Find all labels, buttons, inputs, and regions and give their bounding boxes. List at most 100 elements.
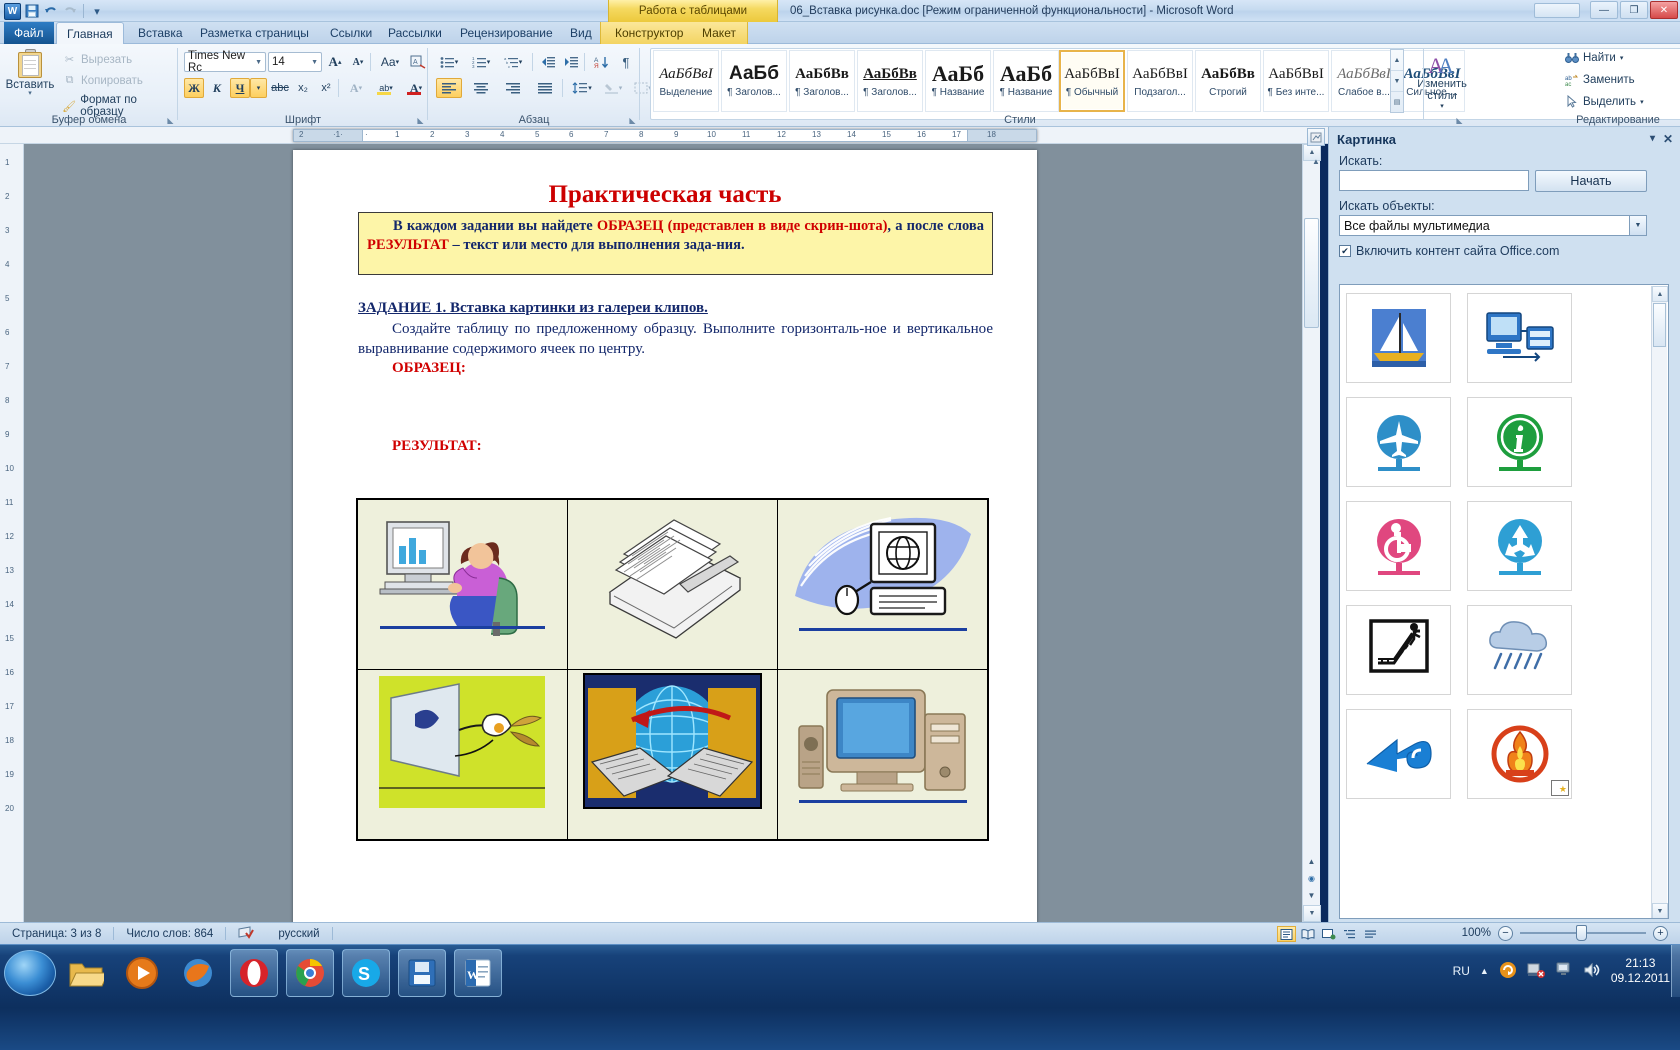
search-input[interactable] [1339, 170, 1529, 191]
status-page[interactable]: Страница: 3 из 8 [0, 928, 113, 940]
tab-table-design[interactable]: Конструктор [605, 22, 693, 44]
undo-icon[interactable] [43, 3, 59, 19]
redo-icon[interactable] [62, 3, 78, 19]
copy-command[interactable]: ⧉ Копировать [62, 73, 143, 88]
change-case-button[interactable]: Aa ▾ [376, 52, 404, 72]
table-cell-projector[interactable] [356, 669, 568, 841]
tray-expand-icon[interactable]: ▲ [1480, 966, 1489, 976]
sort-button[interactable]: AЯ [590, 52, 614, 72]
italic-button[interactable]: К [207, 78, 227, 98]
superscript-button[interactable]: x² [316, 78, 336, 98]
table-cell-globe-keyboards[interactable] [566, 669, 779, 841]
align-right-button[interactable] [500, 78, 526, 98]
chevron-down-icon[interactable]: ▼ [1629, 216, 1646, 235]
tab-home[interactable]: Главная [56, 22, 124, 44]
style-item-normal[interactable]: АаБбВвI ¶ Обычный [1059, 50, 1125, 112]
thumb-airplane-sign[interactable] [1346, 397, 1451, 487]
bullets-button[interactable]: ▾ [436, 52, 462, 72]
start-button[interactable] [4, 950, 56, 996]
paste-dropdown-arrow[interactable]: ▾ [28, 90, 32, 97]
include-office-content-checkbox[interactable]: ✔ Включить контент сайта Office.com [1339, 244, 1559, 258]
vertical-ruler[interactable]: 123 456 789 10 11 12 13 14 15 16 17 18 19 20 [0, 144, 24, 922]
taskbar-media-player[interactable] [118, 949, 166, 997]
status-proofing[interactable] [226, 925, 266, 942]
styles-more-icon[interactable]: ▤ [1391, 92, 1403, 112]
taskbar-firefox[interactable] [174, 949, 222, 997]
checkbox-icon[interactable]: ✔ [1339, 245, 1351, 257]
thumb-rain-cloud[interactable] [1467, 605, 1572, 695]
taskbar-opera[interactable] [230, 949, 278, 997]
tab-references[interactable]: Ссылки [320, 22, 382, 44]
show-formatting-marks-button[interactable]: ¶ [616, 52, 636, 72]
style-item-1[interactable]: АаБб ¶ Заголов... [721, 50, 787, 112]
view-draft-button[interactable] [1361, 926, 1380, 942]
word-logo-icon[interactable]: W [4, 2, 21, 20]
previous-page-button[interactable]: ▲ [1304, 853, 1319, 870]
save-icon[interactable] [24, 3, 40, 19]
numbering-button[interactable]: 1 2 3 ▾ [468, 52, 494, 72]
bold-button[interactable]: Ж [184, 78, 204, 98]
close-button[interactable]: ✕ [1650, 1, 1678, 19]
tab-page-layout[interactable]: Разметка страницы [190, 22, 319, 44]
grow-font-button[interactable]: A ▴ [325, 52, 345, 72]
task-pane-menu-icon[interactable]: ▾ [1650, 133, 1655, 144]
taskbar-skype[interactable]: S [342, 949, 390, 997]
scroll-down-icon[interactable]: ▼ [1303, 905, 1321, 922]
tray-network-icon[interactable] [1527, 962, 1545, 981]
view-web-layout-button[interactable] [1319, 926, 1338, 942]
style-item-5[interactable]: АаБб ¶ Название [993, 50, 1059, 112]
tab-table-layout[interactable]: Макет [692, 22, 746, 44]
find-command[interactable]: Найти ▾ [1564, 50, 1623, 65]
clip-results-list[interactable]: ★ ▲ ▼ [1339, 284, 1669, 919]
paragraph-dialog-launcher[interactable]: ◣ [628, 116, 637, 125]
taskbar-word[interactable]: W [454, 949, 502, 997]
increase-indent-button[interactable] [561, 52, 581, 72]
zoom-slider-handle[interactable] [1576, 925, 1587, 941]
document-page[interactable]: Практическая часть В каждом задании вы н… [293, 150, 1037, 922]
thumb-accessibility-sign[interactable] [1346, 501, 1451, 591]
shading-button[interactable]: ▾ [600, 78, 626, 98]
style-item-2[interactable]: АаБбВв ¶ Заголов... [789, 50, 855, 112]
task-pane-options-icon[interactable] [1307, 128, 1325, 146]
thumb-info-sign[interactable] [1467, 397, 1572, 487]
minimize-button[interactable]: — [1590, 1, 1618, 19]
document-vertical-scrollbar[interactable]: ▲ ▲ ◉ ▼ ▼ [1302, 144, 1321, 922]
cut-command[interactable]: ✂ Вырезать [62, 52, 132, 67]
tab-mailings[interactable]: Рассылки [378, 22, 452, 44]
paste-button[interactable]: Вставить ▾ [6, 48, 54, 110]
align-left-button[interactable] [436, 78, 462, 98]
table-cell-printer[interactable] [566, 498, 779, 670]
table-cell-woman-computer[interactable] [356, 498, 568, 670]
underline-button[interactable]: Ч [230, 78, 250, 98]
taskbar-disk-utility[interactable] [398, 949, 446, 997]
thumb-sailboat[interactable] [1346, 293, 1451, 383]
scroll-thumb[interactable] [1304, 218, 1319, 328]
tray-volume-icon[interactable] [1583, 962, 1601, 981]
document-canvas[interactable]: Практическая часть В каждом задании вы н… [24, 144, 1320, 922]
text-effects-button[interactable]: A ▾ [343, 78, 369, 98]
style-item-0[interactable]: АаБбВвI Выделение [653, 50, 719, 112]
search-go-button[interactable]: Начать [1535, 170, 1647, 192]
thumb-computer-network[interactable] [1467, 293, 1572, 383]
multilevel-list-button[interactable]: a b c ▾ [500, 52, 526, 72]
subscript-button[interactable]: x₂ [293, 78, 313, 98]
style-item-8[interactable]: АаБбВвI ¶ Без инте... [1263, 50, 1329, 112]
tray-clock[interactable]: 21:13 09.12.2011 [1611, 956, 1670, 986]
change-styles-button[interactable]: AA Изменить стили ▾ [1413, 48, 1471, 114]
thumb-escalator-sign[interactable] [1346, 605, 1451, 695]
clipboard-dialog-launcher[interactable]: ◣ [166, 116, 175, 125]
styles-dialog-launcher[interactable]: ◣ [1455, 116, 1464, 125]
zoom-level-label[interactable]: 100% [1462, 927, 1491, 939]
strikethrough-button[interactable]: abc [270, 78, 290, 98]
style-item-7[interactable]: АаБбВв Строгий [1195, 50, 1261, 112]
font-size-combo[interactable]: 14 ▼ [268, 52, 322, 72]
thumb-blue-swirl[interactable] [1346, 709, 1451, 799]
styles-gallery-scroller[interactable]: ▲ ▼ ▤ [1390, 49, 1404, 113]
style-item-9[interactable]: АаБбВвI Слабое в... [1331, 50, 1397, 112]
results-scroll-down-icon[interactable]: ▼ [1652, 903, 1668, 918]
table-cell-desktop-computer[interactable] [777, 669, 989, 841]
status-language[interactable]: русский [266, 928, 331, 940]
zoom-in-button[interactable]: + [1653, 925, 1668, 941]
styles-scroll-up-icon[interactable]: ▲ [1391, 50, 1403, 71]
task-pane-close-icon[interactable]: ✕ [1663, 132, 1673, 146]
